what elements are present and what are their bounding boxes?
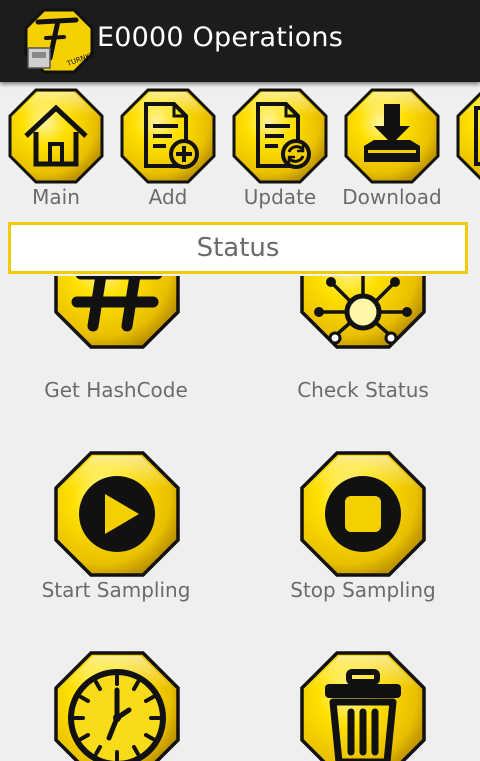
hash-icon	[54, 276, 180, 349]
add-document-icon	[120, 88, 216, 184]
stop-icon	[300, 451, 426, 577]
tab-update[interactable]: Update	[228, 88, 332, 213]
home-icon	[8, 88, 104, 184]
tab-main[interactable]: Main	[4, 88, 108, 213]
get-hashcode-button[interactable]: Get HashCode	[16, 276, 216, 412]
check-status-button[interactable]: Check Status	[263, 276, 463, 412]
view-icon	[456, 91, 480, 181]
tile-label: Get HashCode	[44, 378, 188, 402]
tile-label: Check Status	[297, 378, 429, 402]
turnkey-logo-icon[interactable]: TURNKEY	[24, 8, 94, 74]
tab-label: Add	[148, 185, 188, 209]
tile-label: Stop Sampling	[290, 578, 436, 602]
tab-label: Vi	[442, 185, 480, 209]
tab-view[interactable]: Vi	[452, 88, 480, 213]
clock-icon	[54, 651, 180, 761]
action-grid: Get HashCode Check Status Start Sampling…	[0, 276, 480, 761]
stop-sampling-button[interactable]: Stop Sampling	[263, 450, 463, 610]
update-document-icon	[232, 88, 328, 184]
action-bar: TURNKEY E0000 Operations	[0, 0, 480, 82]
network-hub-icon	[300, 276, 426, 349]
status-header: Status	[8, 222, 468, 274]
tab-label: Download	[342, 185, 442, 209]
tab-strip: Main Add Update Download	[0, 88, 480, 213]
play-icon	[54, 451, 180, 577]
download-icon	[344, 88, 440, 184]
delete-button[interactable]	[263, 650, 463, 761]
tile-label: Start Sampling	[41, 578, 191, 602]
app-title: E0000 Operations	[97, 22, 343, 53]
tab-download[interactable]: Download	[340, 88, 444, 213]
tab-label: Main	[32, 185, 80, 209]
trash-icon	[300, 651, 426, 761]
tab-add[interactable]: Add	[116, 88, 220, 213]
start-sampling-button[interactable]: Start Sampling	[16, 450, 216, 610]
tab-label: Update	[243, 185, 317, 209]
schedule-button[interactable]	[16, 650, 216, 761]
